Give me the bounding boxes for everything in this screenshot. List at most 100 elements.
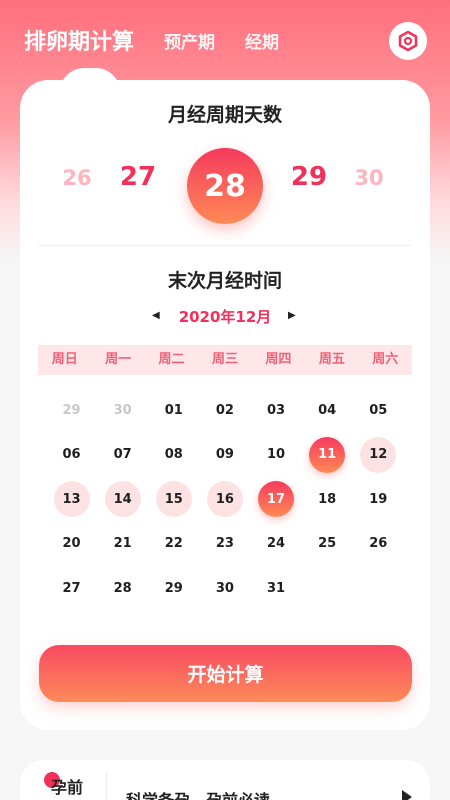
weekday-label: 周六 — [372, 352, 399, 367]
cycle-option[interactable]: 26 — [52, 166, 102, 190]
calendar-day-number: 31 — [267, 580, 286, 596]
calendar-day-number: 24 — [267, 536, 286, 552]
calendar-empty-cell — [353, 566, 404, 611]
calendar-day[interactable]: 10 — [251, 433, 302, 478]
calendar-day-number: 13 — [53, 481, 90, 518]
calendar-empty-cell — [302, 566, 353, 611]
calendar-day-number: 23 — [215, 536, 234, 552]
calendar-day-number: 22 — [164, 536, 183, 552]
calendar-day: 30 — [97, 388, 148, 433]
cycle-option[interactable]: 27 — [113, 162, 163, 192]
calendar-day-number — [360, 570, 396, 606]
cycle-option[interactable]: 30 — [344, 166, 394, 190]
calendar-day[interactable]: 20 — [46, 522, 97, 567]
calendar-day-number: 01 — [164, 402, 183, 418]
calendar-day[interactable]: 18 — [302, 477, 353, 522]
calendar-day[interactable]: 04 — [302, 388, 353, 433]
calendar-day[interactable]: 21 — [97, 522, 148, 567]
weekday-label: 周五 — [318, 352, 345, 367]
month-label: 2020年12月 — [178, 308, 272, 326]
calendar-day[interactable]: 25 — [302, 522, 353, 567]
next-month-icon[interactable]: ▶ — [288, 310, 296, 321]
calendar-day-number: 06 — [62, 447, 81, 463]
calendar-day-number: 08 — [164, 447, 183, 463]
calculator-card: 月经周期天数 26 27 28 29 30 末次月经时间 ◀ 2020年12月 … — [20, 80, 430, 730]
tab-period[interactable]: 经期 — [245, 28, 279, 53]
cycle-title: 月经周期天数 — [167, 104, 282, 126]
calendar-day-number: 30 — [215, 580, 234, 596]
calendar-day[interactable]: 08 — [148, 433, 199, 478]
calendar-week-row: 29 30 01 02 03 04 05 — [46, 388, 404, 433]
calendar-day[interactable]: 19 — [353, 477, 404, 522]
cycle-option[interactable]: 29 — [284, 162, 334, 192]
tab-ovulation[interactable]: 排卵期计算 — [24, 24, 134, 56]
calendar-day[interactable]: 30 — [199, 566, 250, 611]
calendar-day[interactable]: 13 — [46, 477, 97, 522]
calendar-day-number: 12 — [360, 436, 397, 473]
weekday-label: 周二 — [158, 352, 185, 367]
calendar-day-number: 15 — [155, 481, 192, 518]
play-arrow-icon[interactable] — [402, 790, 412, 800]
calendar-day[interactable]: 06 — [46, 433, 97, 478]
weekday-label: 周一 — [105, 352, 132, 367]
calendar-day-number: 03 — [267, 402, 286, 418]
calendar-day[interactable]: 31 — [251, 566, 302, 611]
tips-card[interactable]: 孕前 科学备孕，孕前必读 — [20, 760, 430, 800]
calendar-day-number: 04 — [318, 402, 337, 418]
calendar-day: 29 — [46, 388, 97, 433]
calendar-day[interactable]: 02 — [199, 388, 250, 433]
calendar-day-number: 26 — [369, 536, 388, 552]
calendar-day-number: 11 — [309, 436, 346, 473]
start-calculate-button[interactable]: 开始计算 — [39, 645, 412, 702]
calendar-day-number: 27 — [62, 580, 81, 596]
calendar-day[interactable]: 01 — [148, 388, 199, 433]
calendar-day[interactable]: 23 — [199, 522, 250, 567]
weekday-label: 周日 — [51, 352, 78, 367]
calendar-day[interactable]: 17 — [251, 477, 302, 522]
calendar-day-number: 16 — [206, 481, 243, 518]
calendar-grid: 29 30 01 02 03 04 05 06 07 08 09 10 11 12 13 14 15 16 17 18… — [46, 388, 404, 611]
calendar-day-number: 18 — [318, 491, 337, 507]
calendar-day[interactable]: 05 — [353, 388, 404, 433]
calendar-day[interactable]: 07 — [97, 433, 148, 478]
calendar-day[interactable]: 16 — [199, 477, 250, 522]
calendar-day-number: 09 — [215, 447, 234, 463]
calendar-week-row: 27 28 29 30 31 — [46, 566, 404, 611]
calendar-week-row: 20 21 22 23 24 25 26 — [46, 522, 404, 567]
settings-button[interactable] — [389, 22, 427, 60]
calendar-day[interactable]: 29 — [148, 566, 199, 611]
calendar-day[interactable]: 22 — [148, 522, 199, 567]
divider — [38, 245, 412, 246]
calendar-day[interactable]: 27 — [46, 566, 97, 611]
tips-label: 孕前 — [51, 778, 84, 797]
divider — [106, 772, 107, 800]
calendar-day[interactable]: 15 — [148, 477, 199, 522]
prev-month-icon[interactable]: ◀ — [152, 310, 160, 321]
calendar-day-number: 25 — [318, 536, 337, 552]
calendar-week-row: 13 14 15 16 17 18 19 — [46, 477, 404, 522]
weekday-label: 周三 — [211, 352, 238, 367]
tab-due-date[interactable]: 预产期 — [164, 28, 215, 53]
calendar-day-number: 10 — [267, 447, 286, 463]
calendar-day[interactable]: 24 — [251, 522, 302, 567]
calendar-day-number: 29 — [164, 580, 183, 596]
calendar-day[interactable]: 26 — [353, 522, 404, 567]
calendar-day[interactable]: 11 — [302, 433, 353, 478]
calendar-day[interactable]: 14 — [97, 477, 148, 522]
calendar-day-number: 20 — [62, 536, 81, 552]
calendar-day-number: 14 — [104, 481, 141, 518]
calendar-day-number: 17 — [258, 481, 295, 518]
cycle-picker[interactable]: 26 27 28 29 30 — [20, 138, 430, 224]
calendar-week-row: 06 07 08 09 10 11 12 — [46, 433, 404, 478]
calendar-day-number: 21 — [113, 536, 132, 552]
calendar-day[interactable]: 03 — [251, 388, 302, 433]
calendar-day-number: 07 — [113, 447, 132, 463]
calendar-day[interactable]: 28 — [97, 566, 148, 611]
calendar-day-number: 28 — [113, 580, 132, 596]
calendar-day[interactable]: 09 — [199, 433, 250, 478]
calendar-day[interactable]: 12 — [353, 433, 404, 478]
calendar-day-number: 29 — [62, 402, 81, 418]
cycle-selected-option[interactable]: 28 — [187, 148, 263, 224]
last-period-title: 末次月经时间 — [167, 270, 282, 292]
tips-text: 科学备孕，孕前必读 — [126, 787, 270, 800]
